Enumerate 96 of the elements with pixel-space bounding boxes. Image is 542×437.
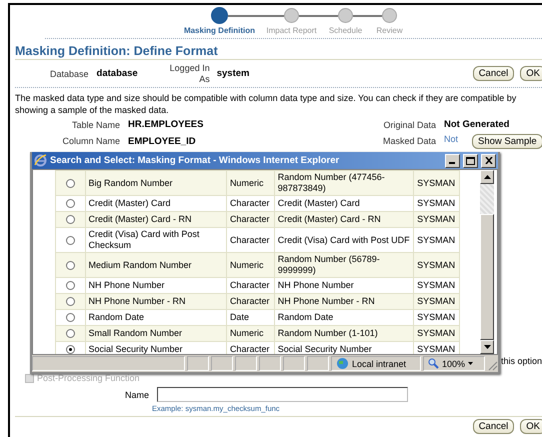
table-cell: Credit (Master) Card - RN bbox=[88, 214, 192, 224]
table-cell: SYSMAN bbox=[417, 198, 456, 208]
field-label: Masked Data bbox=[382, 136, 436, 146]
table-cell: NH Phone Number bbox=[278, 280, 354, 290]
maximize-button[interactable] bbox=[463, 154, 478, 168]
table-cell: Date bbox=[230, 312, 249, 322]
show-sample-button[interactable]: Show Sample bbox=[472, 134, 542, 149]
globe-icon bbox=[336, 357, 349, 370]
field-label: Database bbox=[50, 68, 89, 78]
field-value: EMPLOYEE_ID bbox=[128, 136, 197, 146]
table-cell: Credit (Master) Card - RN bbox=[278, 214, 381, 224]
table-cell: Medium Random Number bbox=[88, 260, 192, 270]
table-cell: Character bbox=[230, 214, 270, 224]
radio-button[interactable] bbox=[66, 260, 75, 270]
checkbox-label: Post-Processing Function bbox=[37, 373, 140, 383]
table-cell: Numeric bbox=[230, 260, 264, 270]
status-link[interactable]: Not bbox=[444, 134, 458, 145]
table-cell: Random Date bbox=[88, 312, 144, 322]
table-cell: Big Random Number bbox=[88, 178, 173, 188]
ok-button[interactable]: OK bbox=[520, 419, 542, 434]
browser-logo-icon bbox=[34, 154, 47, 167]
table-cell: Character bbox=[230, 234, 270, 244]
table-cell: Random Date bbox=[278, 312, 334, 322]
table-cell: Social Security Number bbox=[88, 344, 183, 354]
table-cell: Small Random Number bbox=[88, 328, 182, 338]
option-text: this option bbox=[500, 356, 542, 368]
radio-button[interactable] bbox=[66, 215, 75, 224]
field-value: Not Generated bbox=[444, 119, 510, 130]
table-cell: Social Security Number bbox=[278, 344, 372, 354]
train-step-label[interactable]: Masking Definition bbox=[184, 26, 256, 35]
table-cell: Random Number (56789-9999999) bbox=[278, 254, 380, 275]
table-cell: Character bbox=[230, 280, 270, 290]
table-cell: SYSMAN bbox=[417, 328, 456, 338]
radio-button[interactable] bbox=[66, 329, 75, 338]
table-cell: Numeric bbox=[230, 328, 264, 338]
table-cell: Credit (Visa) Card with Post Checksum bbox=[88, 229, 200, 250]
table-cell: SYSMAN bbox=[417, 280, 456, 290]
page-title: Masking Definition: Define Format bbox=[15, 44, 542, 60]
table-cell: Credit (Master) Card bbox=[278, 198, 360, 208]
table-cell: Character bbox=[230, 296, 270, 306]
table-cell: Character bbox=[230, 198, 270, 208]
radio-button[interactable] bbox=[66, 345, 75, 354]
arrow-down-icon[interactable] bbox=[484, 345, 490, 350]
zoom-level[interactable]: 100% bbox=[442, 358, 466, 368]
table-cell: NH Phone Number - RN bbox=[88, 296, 186, 306]
table-cell: NH Phone Number - RN bbox=[278, 296, 375, 306]
status-panel bbox=[235, 356, 257, 371]
field-value: system bbox=[216, 68, 250, 79]
zoom-icon[interactable] bbox=[428, 358, 439, 369]
table-cell: NH Phone Number bbox=[88, 280, 165, 290]
minimize-button[interactable] bbox=[445, 154, 460, 168]
cancel-button[interactable]: Cancel bbox=[472, 419, 514, 434]
window-title: Search and Select: Masking Format - Windows Internet Explorer bbox=[50, 155, 340, 166]
field-label: Table Name bbox=[70, 120, 120, 130]
radio-button[interactable] bbox=[66, 178, 75, 188]
status-panel bbox=[187, 356, 209, 371]
table-cell: SYSMAN bbox=[417, 234, 456, 244]
table-cell: Credit (Visa) Card with Post UDF bbox=[278, 234, 410, 244]
table-cell: SYSMAN bbox=[417, 260, 456, 270]
table-cell: Numeric bbox=[230, 178, 264, 188]
maximize-icon bbox=[466, 156, 475, 164]
table-cell: SYSMAN bbox=[417, 214, 456, 224]
ok-button[interactable]: OK bbox=[520, 66, 542, 81]
status-panel bbox=[283, 356, 305, 371]
radio-button[interactable] bbox=[66, 313, 75, 322]
table-cell: Random Number (477456-987873849) bbox=[278, 172, 385, 193]
instruction-text: The masked data type and size should be compatible with column data type and size. You can check if they are compatible by showing a sample of the masked data. bbox=[15, 92, 518, 116]
resize-grip-icon[interactable] bbox=[487, 360, 498, 371]
arrow-up-icon[interactable] bbox=[484, 174, 490, 179]
field-value: HR.EMPLOYEES bbox=[128, 119, 204, 130]
field-label: Logged In As bbox=[168, 62, 210, 84]
radio-button[interactable] bbox=[66, 236, 75, 245]
radio-button[interactable] bbox=[66, 297, 75, 306]
name-field[interactable] bbox=[157, 387, 408, 402]
status-panel bbox=[259, 356, 281, 371]
status-panel bbox=[307, 356, 329, 371]
table-cell: SYSMAN bbox=[417, 312, 456, 322]
close-button[interactable] bbox=[481, 154, 496, 168]
radio-button[interactable] bbox=[66, 199, 75, 208]
table-cell: SYSMAN bbox=[417, 178, 456, 188]
caret-icon[interactable] bbox=[468, 362, 474, 365]
security-zone: Local intranet bbox=[352, 358, 406, 368]
radio-button[interactable] bbox=[66, 281, 75, 290]
table-cell: Random Number (1-101) bbox=[278, 328, 378, 338]
field-value: database bbox=[96, 68, 138, 79]
cancel-button[interactable]: Cancel bbox=[472, 66, 514, 81]
table-cell: SYSMAN bbox=[417, 344, 456, 354]
table-cell: SYSMAN bbox=[417, 296, 456, 306]
close-icon bbox=[484, 157, 492, 164]
table-cell: Character bbox=[230, 344, 270, 354]
field-label: Original Data bbox=[382, 120, 436, 130]
field-label: Column Name bbox=[61, 136, 120, 146]
status-panel bbox=[211, 356, 233, 371]
field-label: Name bbox=[125, 390, 150, 400]
scrollbar[interactable] bbox=[480, 170, 494, 354]
table-cell: Credit (Master) Card bbox=[88, 198, 171, 208]
